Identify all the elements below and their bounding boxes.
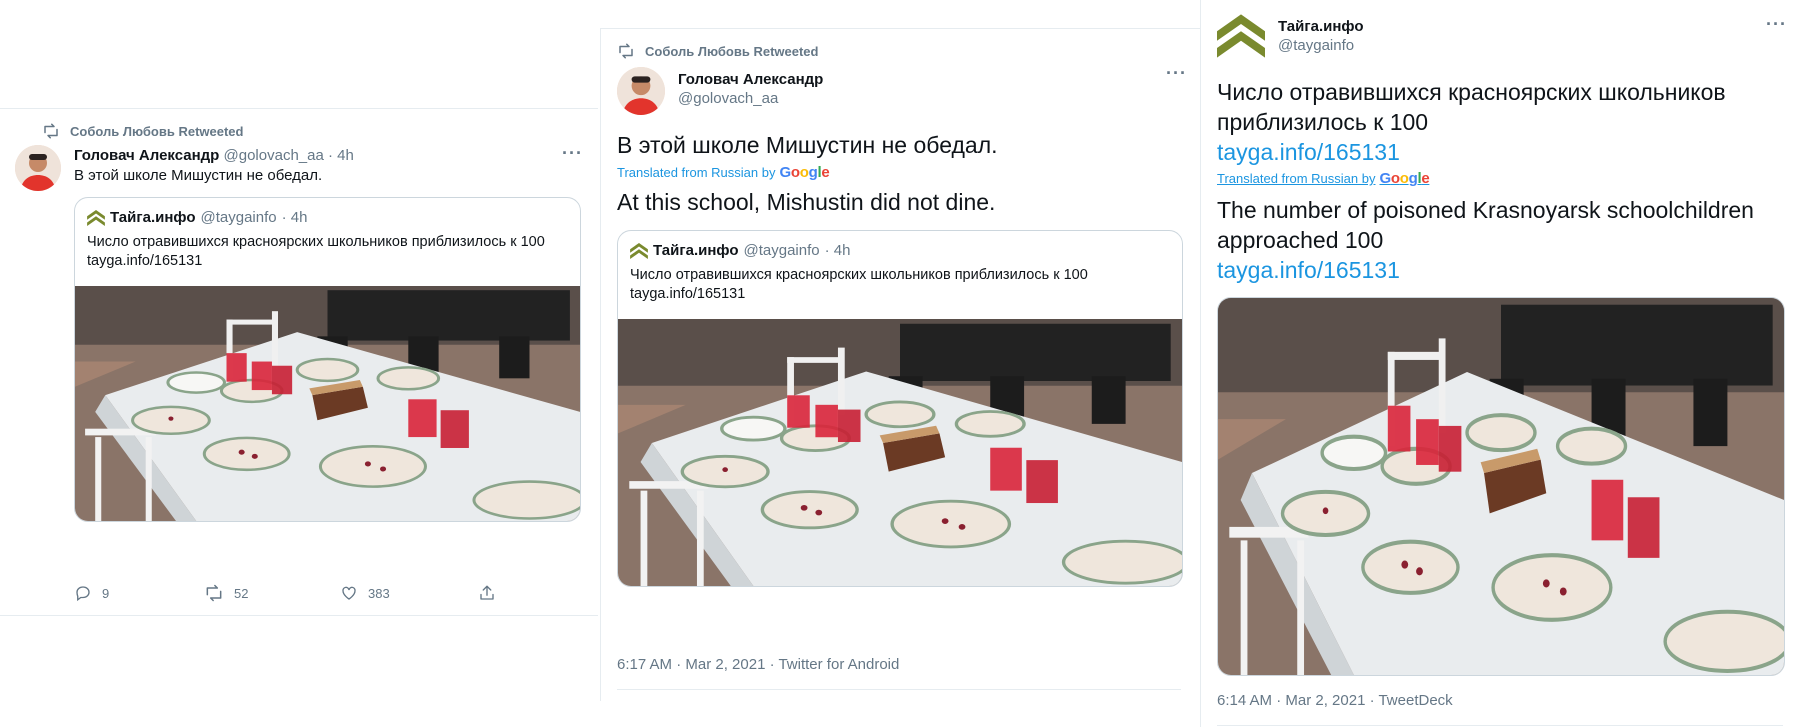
quote-text: Число отравившихся красноярских школьник…: [87, 234, 545, 250]
like-button[interactable]: 383: [340, 584, 478, 602]
reply-button[interactable]: 9: [74, 584, 204, 602]
retweet-icon: [206, 584, 222, 602]
quote-link: tayga.info/165131: [630, 286, 746, 302]
divider: [617, 689, 1181, 690]
avatar[interactable]: [15, 145, 61, 191]
author-name[interactable]: Головач Александр: [678, 70, 823, 89]
translated-label: Translated from Russian by: [617, 165, 776, 180]
author-handle[interactable]: @golovach_aa: [224, 147, 324, 164]
tweet-card-timeline[interactable]: Соболь Любовь Retweeted Головач Александ…: [0, 108, 598, 616]
retweet-icon: [44, 123, 58, 139]
tweet-detail-translated: Соболь Любовь Retweeted Головач Александ…: [600, 28, 1201, 701]
tayga-logo-icon: [630, 242, 648, 259]
quote-author-handle: @taygainfo: [200, 209, 277, 226]
tweet-text-line1: Число отравившихся красноярских школьник…: [1217, 79, 1726, 105]
quote-author-name: Тайга.инфо: [110, 209, 196, 226]
tweet-text-line2: приблизилось к 100: [1217, 109, 1429, 135]
quote-text: Число отравившихся красноярских школьник…: [630, 267, 1088, 283]
more-icon[interactable]: ···: [562, 143, 583, 164]
google-logo: Google: [779, 164, 830, 181]
translated-by[interactable]: Translated from Russian by Google: [1217, 170, 1430, 187]
food-photo[interactable]: [1217, 297, 1785, 676]
translated-text-line2: approached 100: [1217, 227, 1384, 253]
tweet-text: В этой школе Мишустин не обедал.: [74, 167, 323, 184]
share-icon: [480, 585, 494, 600]
avatar[interactable]: [617, 67, 665, 115]
translated-text-line1: The number of poisoned Krasnoyarsk schoo…: [1217, 197, 1754, 223]
retweeted-by-label: Соболь Любовь Retweeted: [70, 123, 244, 139]
translated-by[interactable]: Translated from Russian by Google: [617, 164, 830, 181]
like-count: 383: [368, 585, 390, 601]
tweet-meta[interactable]: 6:17 AM · Mar 2, 2021 · Twitter for Andr…: [617, 656, 899, 673]
avatar[interactable]: [1217, 14, 1265, 58]
divider: [1217, 725, 1783, 726]
tweet-meta[interactable]: 6:14 AM · Mar 2, 2021 · TweetDeck: [1217, 692, 1453, 709]
quote-link: tayga.info/165131: [87, 253, 203, 269]
reply-count: 9: [102, 585, 110, 601]
author-name[interactable]: Тайга.инфо: [1278, 17, 1363, 36]
tweet-link[interactable]: tayga.info/165131: [1217, 137, 1787, 167]
like-icon: [342, 586, 356, 600]
reply-icon: [76, 586, 90, 602]
retweet-context: Соболь Любовь Retweeted: [617, 43, 818, 59]
quote-time: · 4h: [824, 242, 851, 259]
retweet-button[interactable]: 52: [204, 584, 340, 602]
tweet-detail-original: Тайга.инфо @taygainfo ··· Число отравивш…: [1200, 0, 1800, 727]
translated-link[interactable]: tayga.info/165131: [1217, 255, 1787, 285]
translated-label: Translated from Russian by: [1217, 171, 1376, 186]
retweet-count: 52: [234, 585, 249, 601]
author-handle[interactable]: @taygainfo: [1278, 36, 1363, 55]
quote-author-name: Тайга.инфо: [653, 242, 739, 259]
author-name[interactable]: Головач Александр: [74, 147, 219, 164]
share-button[interactable]: [478, 584, 496, 602]
google-logo: Google: [1379, 170, 1430, 187]
more-icon[interactable]: ···: [1766, 14, 1787, 35]
more-icon[interactable]: ···: [1166, 63, 1187, 84]
translated-text: At this school, Mishustin did not dine.: [617, 189, 996, 215]
quote-tweet[interactable]: Тайга.инфо @taygainfo · 4h Число отравив…: [617, 230, 1183, 587]
retweeted-by-label: Соболь Любовь Retweeted: [645, 43, 819, 59]
retweet-icon: [619, 43, 633, 59]
food-photo[interactable]: [75, 286, 580, 521]
quote-author-handle: @taygainfo: [743, 242, 820, 259]
tayga-logo-icon: [87, 209, 105, 226]
food-photo[interactable]: [618, 319, 1182, 586]
tweet-text: В этой школе Мишустин не обедал.: [617, 132, 998, 158]
tweet-time[interactable]: · 4h: [328, 147, 354, 164]
quote-tweet[interactable]: Тайга.инфо @taygainfo · 4h Число отравив…: [74, 197, 581, 522]
retweet-context: Соболь Любовь Retweeted: [42, 123, 243, 139]
tayga-logo-icon: [1217, 14, 1265, 58]
quote-time: · 4h: [281, 209, 308, 226]
author-handle[interactable]: @golovach_aa: [678, 89, 823, 108]
